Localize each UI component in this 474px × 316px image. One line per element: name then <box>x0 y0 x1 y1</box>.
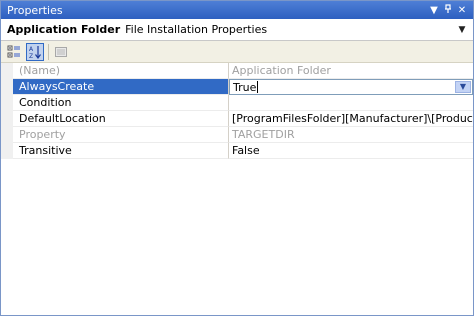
property-row[interactable]: (Name) Application Folder <box>1 63 473 79</box>
property-value-text[interactable]: True <box>233 81 256 94</box>
property-row[interactable]: Condition <box>1 95 473 111</box>
title-bar: Properties ▼ ✕ <box>1 1 473 19</box>
object-name: Application Folder <box>7 23 121 36</box>
properties-toolbar: A Z <box>1 41 473 63</box>
property-row[interactable]: Transitive False <box>1 143 473 159</box>
property-value: Application Folder <box>229 63 473 79</box>
window-title: Properties <box>7 3 63 17</box>
property-value: TARGETDIR <box>229 127 473 143</box>
property-value[interactable]: False <box>229 143 473 159</box>
property-name: Property <box>13 127 229 143</box>
chevron-down-icon[interactable]: ▼ <box>455 81 471 93</box>
alphabetical-icon[interactable]: A Z <box>26 42 44 61</box>
property-row[interactable]: Property TARGETDIR <box>1 127 473 143</box>
text-caret <box>257 81 259 93</box>
toolbar-separator <box>48 43 49 60</box>
object-selector[interactable]: Application Folder File Installation Pro… <box>1 19 473 41</box>
svg-text:A: A <box>29 46 34 53</box>
property-grid: (Name) Application Folder AlwaysCreate T… <box>1 63 473 159</box>
chevron-down-icon[interactable]: ▼ <box>455 25 469 35</box>
property-name[interactable]: DefaultLocation <box>13 111 229 127</box>
properties-window: Properties ▼ ✕ Application Folder File I… <box>0 0 474 316</box>
property-name[interactable]: Condition <box>13 95 229 111</box>
property-value-editor[interactable]: True ▼ <box>229 79 473 95</box>
property-row-selected[interactable]: AlwaysCreate True ▼ <box>1 79 473 95</box>
svg-text:Z: Z <box>29 53 33 59</box>
close-icon[interactable]: ✕ <box>455 5 469 16</box>
property-name[interactable]: Transitive <box>13 143 229 159</box>
object-type: File Installation Properties <box>125 23 268 36</box>
property-name[interactable]: AlwaysCreate <box>13 79 229 95</box>
auto-hide-pin-icon[interactable] <box>441 3 455 17</box>
window-position-dropdown-icon[interactable]: ▼ <box>427 5 441 16</box>
property-row[interactable]: DefaultLocation [ProgramFilesFolder][Man… <box>1 111 473 127</box>
property-value[interactable] <box>229 95 473 111</box>
property-name: (Name) <box>13 63 229 79</box>
categorized-icon[interactable] <box>5 43 23 61</box>
property-pages-icon[interactable] <box>52 43 70 61</box>
property-value[interactable]: [ProgramFilesFolder][Manufacturer]\[Prod… <box>229 111 473 127</box>
